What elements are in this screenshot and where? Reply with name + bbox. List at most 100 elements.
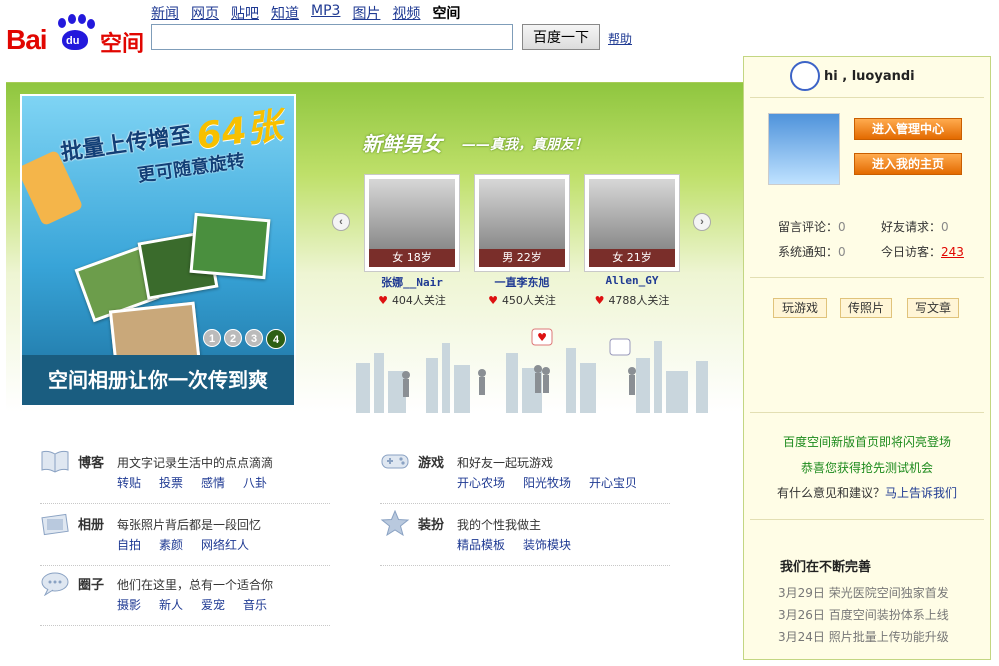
photo-icon [41,513,69,536]
improvements-title: 我们在不断完善 [780,560,872,575]
feedback-line: 有什么意见和建议？马上告诉我们 [776,486,958,500]
category-link[interactable]: 装饰模块 [523,536,571,553]
mascot-avatar-icon [790,61,820,91]
category-desc: 每张照片背后都是一段回忆 [117,518,262,532]
pager-dot-2[interactable]: 2 [224,329,242,347]
top-bar: Bai du 空间 新闻 网页 贴吧 知道 MP3 图片 视频 空间 百度一下 … [0,0,999,60]
category-decorate: 装扮 我的个性我做主 精品模板 装饰模块 [380,508,670,566]
divider [750,277,984,278]
gamepad-icon [381,454,409,469]
admin-center-button[interactable]: 进入管理中心 [854,118,962,140]
search-input[interactable] [151,24,513,50]
nav-link-image[interactable]: 图片 [352,3,380,23]
paw-icon: du [52,14,98,52]
category-link[interactable]: 精品模板 [457,536,505,553]
nav-current-space: 空间 [432,6,461,22]
category-link[interactable]: 阳光牧场 [523,474,571,491]
promo-photo [189,212,271,280]
user-card[interactable]: 男 22岁 [474,174,570,272]
user-sidebar: hi , luoyandi 进入管理中心 进入我的主页 留言评论：0 好友请求：… [743,56,991,660]
pager-dot-1[interactable]: 1 [203,329,221,347]
divider [750,519,984,520]
top-nav: 新闻 网页 贴吧 知道 MP3 图片 视频 空间 [151,3,460,23]
nav-link-news[interactable]: 新闻 [151,3,179,23]
divider [750,412,984,413]
user-space-picture[interactable] [768,113,840,185]
user-name[interactable]: 一直李东旭 [470,274,574,290]
search-button[interactable]: 百度一下 [522,24,600,50]
category-link[interactable]: 开心农场 [457,474,505,491]
stat-visitors[interactable]: 今日访客：243 [881,243,964,260]
upload-photo-button[interactable]: 传照片 [840,298,892,318]
user-card[interactable]: 女 18岁 [364,174,460,272]
category-link[interactable]: 摄影 [117,596,141,613]
user-follow-count: ♥ 450人关注 [488,294,556,307]
promo-slideshow[interactable]: 批量上传增至 64张 更可随意旋转 1 2 3 4 空间相册让你一次传到爽 [20,94,296,407]
category-desc: 他们在这里，总有一个适合你 [117,578,274,592]
category-name[interactable]: 相册 [78,514,104,533]
category-link[interactable]: 爱宠 [201,596,225,613]
baidu-space-logo[interactable]: Bai du 空间 [6,10,146,57]
category-name[interactable]: 博客 [78,452,104,471]
category-link[interactable]: 素颜 [159,536,183,553]
nav-link-tieba[interactable]: 贴吧 [231,3,259,23]
user-name[interactable]: 张娜__Nair [360,274,464,290]
pager-dot-4[interactable]: 4 [266,329,286,349]
news-item[interactable]: 恭喜您获得抢先测试机会 [744,459,990,476]
user-photo[interactable] [589,179,675,249]
promo-caption[interactable]: 空间相册让你一次传到爽 [22,355,294,405]
improvement-item[interactable]: 3月29日 荣光医院空间独家首发 [778,584,949,601]
nav-link-web[interactable]: 网页 [191,3,219,23]
category-circle: 圈子 他们在这里，总有一个适合你 摄影 新人 爱宠 音乐 [40,568,330,626]
news-item[interactable]: 百度空间新版首页即将闪亮登场 [744,433,990,450]
category-link[interactable]: 感情 [201,474,225,491]
category-desc: 我的个性我做主 [457,518,542,532]
category-album: 相册 每张照片背后都是一段回忆 自拍 素颜 网络红人 [40,508,330,566]
category-link[interactable]: 自拍 [117,536,141,553]
category-link[interactable]: 新人 [159,596,183,613]
category-link[interactable]: 转贴 [117,474,141,491]
stat-notifications[interactable]: 系统通知：0 [778,243,846,260]
category-link[interactable]: 网络红人 [201,536,249,553]
stat-friend-requests[interactable]: 好友请求：0 [881,218,949,235]
write-article-button[interactable]: 写文章 [907,298,959,318]
improvement-item[interactable]: 3月26日 百度空间装扮体系上线 [778,606,949,623]
nav-link-zhidao[interactable]: 知道 [271,3,299,23]
category-links: 开心农场 阳光牧场 开心宝贝 [457,474,637,491]
my-homepage-button[interactable]: 进入我的主页 [854,153,962,175]
pager-dot-3[interactable]: 3 [245,329,263,347]
category-name[interactable]: 圈子 [78,574,104,593]
nav-link-video[interactable]: 视频 [392,3,420,23]
play-game-button[interactable]: 玩游戏 [773,298,827,318]
carousel-next-arrow[interactable]: › [693,213,711,231]
user-meta: 女 18岁 [369,249,455,267]
improvement-item[interactable]: 3月24日 照片批量上传功能升级 [778,628,949,645]
heart-icon: ♥ [594,294,605,307]
category-link[interactable]: 八卦 [243,474,267,491]
category-link[interactable]: 音乐 [243,596,267,613]
user-name[interactable]: Allen_GY [580,274,684,287]
user-follow-count: ♥ 404人关注 [378,294,446,307]
category-name[interactable]: 装扮 [418,514,444,533]
feedback-link[interactable]: 马上告诉我们 [885,486,957,500]
user-photo[interactable] [369,179,455,249]
category-game: 游戏 和好友一起玩游戏 开心农场 阳光牧场 开心宝贝 [380,446,670,504]
help-link[interactable]: 帮助 [608,30,632,47]
user-photo[interactable] [479,179,565,249]
stat-comments[interactable]: 留言评论：0 [778,218,846,235]
heart-icon: ♥ [488,294,498,307]
nav-link-mp3[interactable]: MP3 [311,3,340,23]
category-name[interactable]: 游戏 [418,452,444,471]
category-links: 摄影 新人 爱宠 音乐 [117,596,267,613]
category-link[interactable]: 开心宝贝 [589,474,637,491]
carousel-prev-arrow[interactable]: ‹ [332,213,350,231]
user-card[interactable]: 女 21岁 [584,174,680,272]
category-link[interactable]: 投票 [159,474,183,491]
book-icon [41,450,69,473]
category-links: 精品模板 装饰模块 [457,536,571,553]
fresh-users-title: 新鲜男女 [362,132,442,156]
category-desc: 用文字记录生活中的点点滴滴 [117,456,274,470]
fresh-users-subtitle: ——真我，真朋友！ [462,137,588,153]
category-links: 自拍 素颜 网络红人 [117,536,249,553]
user-meta: 男 22岁 [479,249,565,267]
